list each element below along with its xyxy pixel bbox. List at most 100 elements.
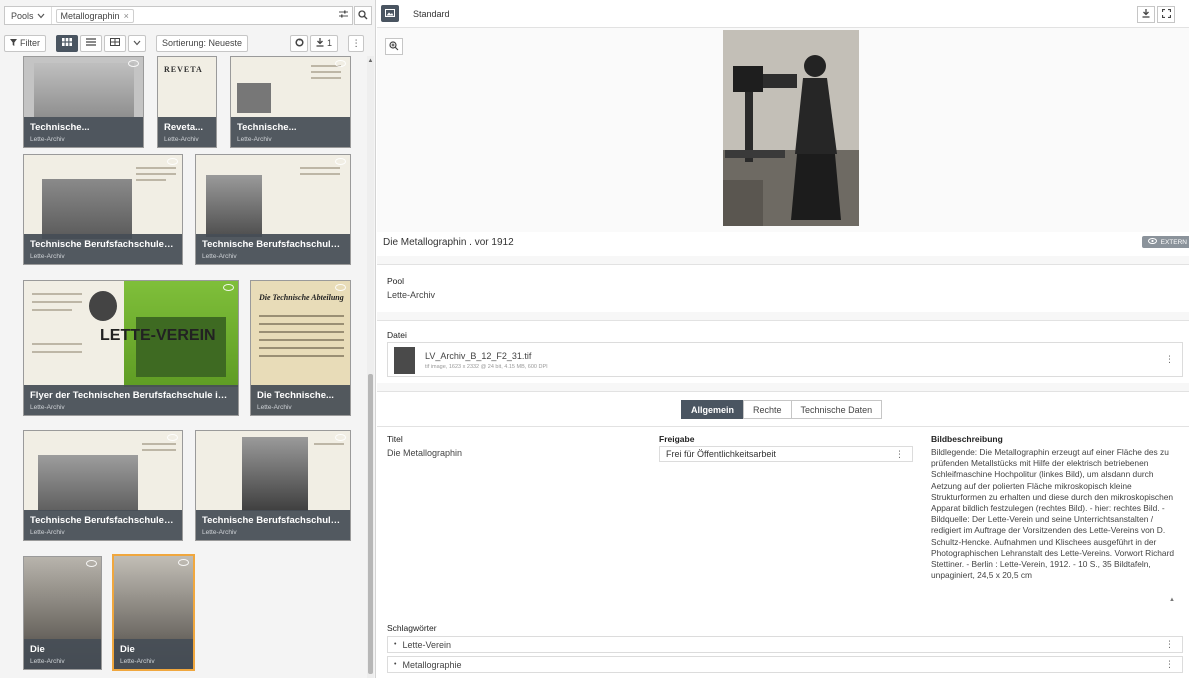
table-view-button[interactable]	[104, 34, 126, 52]
keyword-label: Lette-Verein	[402, 639, 451, 650]
download-button[interactable]: 1	[310, 34, 339, 52]
sort-label: Sortierung: Neueste	[162, 38, 243, 48]
result-pool: Lette-Archiv	[30, 658, 65, 665]
result-pool: Lette-Archiv	[202, 253, 237, 260]
tab-technische-daten[interactable]: Technische Daten	[790, 400, 883, 419]
close-icon[interactable]: ×	[124, 11, 129, 21]
fullscreen-button[interactable]	[1157, 6, 1175, 23]
eye-icon	[167, 158, 178, 165]
view-options-dropdown[interactable]	[128, 34, 146, 52]
result-card[interactable]: LETTE-VEREIN Flyer der Technischen Beruf…	[23, 280, 239, 416]
result-card[interactable]: Technische Berufsfachschule im... Lette-A…	[23, 430, 183, 541]
result-pool: Lette-Archiv	[257, 404, 292, 411]
refresh-button[interactable]	[290, 34, 309, 52]
magnifier-icon	[358, 9, 368, 22]
results-panel: Pools Metallographin × Filter Sortierung…	[0, 0, 376, 678]
sort-button[interactable]: Sortierung: Neueste	[156, 34, 249, 52]
result-title: Technische Berufsfachschule im...	[30, 515, 176, 526]
external-badge[interactable]: EXTERN	[1141, 236, 1189, 248]
results-scrollbar[interactable]: ▲	[367, 56, 374, 678]
result-pool: Lette-Archiv	[30, 404, 65, 411]
more-vertical-icon: ⋮	[351, 37, 361, 48]
result-card[interactable]: Technische Berufsfachschule im... Lette-A…	[23, 154, 183, 265]
eye-icon	[223, 284, 234, 291]
keyword-item[interactable]: • Metallographie ⋮	[387, 656, 1183, 673]
result-title: Technische Berufsfachschule im...	[202, 515, 344, 526]
chevron-down-icon	[133, 38, 141, 48]
tab-rechte[interactable]: Rechte	[743, 400, 792, 419]
chevron-down-icon	[37, 11, 45, 21]
filter-button[interactable]: Filter	[4, 34, 46, 52]
freigabe-label: Freigabe	[659, 434, 695, 444]
search-chip[interactable]: Metallographin ×	[55, 8, 134, 23]
result-card[interactable]: Technische... Lette-Archiv	[23, 56, 144, 148]
thumb-masthead: Die Technische Abteilung	[259, 293, 344, 302]
table-icon	[110, 38, 120, 48]
file-meta: tif image, 1623 x 2332 @ 24 bit, 4.15 MB…	[425, 364, 548, 370]
more-vertical-icon: ⋮	[895, 448, 904, 459]
scrollbar-thumb[interactable]	[368, 374, 373, 674]
preview-image	[723, 30, 859, 226]
sliders-icon[interactable]	[334, 10, 352, 21]
pools-dropdown[interactable]: Pools	[5, 7, 52, 24]
file-thumbnail	[394, 347, 415, 374]
zoom-button[interactable]	[385, 38, 403, 55]
object-title: Die Metallographin . vor 1912	[383, 237, 514, 248]
more-vertical-icon[interactable]: ⋮	[1165, 639, 1174, 650]
result-card[interactable]: Die Technische Abteilung Die Technische.…	[250, 280, 351, 416]
eye-icon	[178, 559, 189, 566]
download-button[interactable]	[1137, 6, 1155, 23]
download-icon	[316, 37, 324, 49]
download-count: 1	[327, 38, 333, 48]
result-card[interactable]: Technische... Lette-Archiv	[230, 56, 351, 148]
more-vertical-icon[interactable]: ⋮	[1165, 659, 1174, 670]
keyword-item[interactable]: • Lette-Verein ⋮	[387, 636, 1183, 653]
file-item[interactable]: LV_Archiv_B_12_F2_31.tif tif image, 1623…	[387, 342, 1183, 377]
file-name: LV_Archiv_B_12_F2_31.tif	[425, 351, 532, 361]
file-label: Datei	[387, 330, 407, 340]
file-menu-button[interactable]: ⋮	[1165, 354, 1174, 365]
result-title: Technische Berufsfachschule im...	[202, 239, 344, 250]
eye-icon	[335, 158, 346, 165]
freigabe-select[interactable]: Frei für Öffentlichkeitsarbeit ⋮	[659, 446, 913, 462]
result-pool: Lette-Archiv	[237, 136, 272, 143]
scroll-up-icon[interactable]: ▲	[367, 58, 374, 64]
result-pool: Lette-Archiv	[164, 136, 199, 143]
result-card[interactable]: Technische Berufsfachschule im... Lette-A…	[195, 154, 351, 265]
external-badge-label: EXTERN	[1160, 238, 1187, 246]
eye-icon	[86, 560, 97, 567]
eye-icon	[335, 434, 346, 441]
image-viewer[interactable]	[377, 28, 1189, 232]
result-title: Technische...	[237, 122, 297, 133]
result-title: Flyer der Technischen Berufsfachschule i…	[30, 390, 232, 401]
image-view-button[interactable]	[381, 5, 399, 22]
result-title: Technische...	[30, 122, 90, 133]
search-bar[interactable]: Pools Metallographin ×	[4, 6, 353, 25]
result-title: Die	[30, 644, 45, 655]
collapse-icon[interactable]: ▲	[1169, 597, 1175, 603]
detail-header: Standard	[377, 0, 1189, 28]
result-card-selected[interactable]: Die Lette-Archiv	[112, 554, 195, 671]
result-card[interactable]: Die Lette-Archiv	[23, 556, 102, 670]
result-card[interactable]: Technische Berufsfachschule im... Lette-A…	[195, 430, 351, 541]
tab-allgemein[interactable]: Allgemein	[681, 400, 745, 419]
result-card[interactable]: REVETA Reveta... Lette-Archiv	[157, 56, 217, 148]
more-menu-button[interactable]: ⋮	[348, 34, 365, 52]
grid-view-button[interactable]	[56, 34, 78, 52]
expand-icon	[1161, 8, 1171, 20]
download-icon	[1142, 9, 1150, 20]
image-icon	[385, 8, 395, 19]
grid-icon	[62, 38, 72, 48]
refresh-icon	[294, 37, 304, 49]
thumb-masthead: LETTE-VEREIN	[100, 327, 216, 344]
search-button[interactable]	[354, 6, 372, 25]
result-pool: Lette-Archiv	[202, 529, 237, 536]
pool-label: Pool	[387, 276, 405, 286]
result-pool: Lette-Archiv	[30, 136, 65, 143]
search-chip-label: Metallographin	[60, 10, 120, 21]
eye-icon	[335, 60, 346, 67]
titel-label: Titel	[387, 434, 403, 444]
list-view-button[interactable]	[80, 34, 102, 52]
result-pool: Lette-Archiv	[30, 529, 65, 536]
result-title: Die Technische...	[257, 390, 334, 401]
